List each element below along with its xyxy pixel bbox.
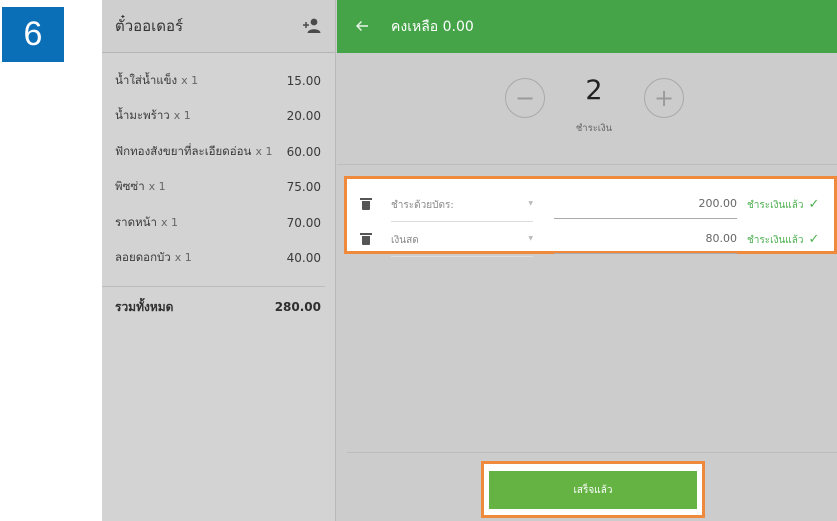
bottom-divider xyxy=(347,452,837,453)
trash-icon[interactable] xyxy=(360,233,372,245)
item-name: พิซซ่า xyxy=(115,179,145,194)
plus-icon: + xyxy=(653,84,675,112)
order-ticket-title: ตั๋วออเดอร์ xyxy=(115,17,184,35)
item-quantity: x 1 xyxy=(161,215,179,229)
dropdown-caret-icon: ▼ xyxy=(528,235,533,242)
item-price: 75.00 xyxy=(286,180,321,195)
paid-status-label: ชำระเงินแล้ว xyxy=(747,200,804,211)
total-value: 280.00 xyxy=(274,300,321,314)
item-name: ราดหน้า xyxy=(115,214,158,229)
order-total-row: รวมทั้งหมด 280.00 xyxy=(102,287,335,327)
total-label: รวมทั้งหมด xyxy=(115,299,174,314)
item-name: ลอยดอกบัว xyxy=(115,250,171,265)
item-name: น้ำมะพร้าว xyxy=(115,108,170,123)
item-quantity: x 1 xyxy=(181,73,199,87)
payment-row: ชำระด้วยบัตร: ▼ 200.00 ชำระเงินแล้ว ✓ xyxy=(347,186,834,222)
order-ticket-header: ตั๋วออเดอร์ xyxy=(102,0,335,53)
order-item-row[interactable]: ลอยดอกบัว x 1 40.00 xyxy=(102,241,335,277)
item-price: 15.00 xyxy=(286,73,321,88)
paid-status-label: ชำระเงินแล้ว xyxy=(747,235,804,246)
step-number-badge: 6 xyxy=(2,7,64,62)
item-quantity: x 1 xyxy=(255,144,273,158)
paid-status: ชำระเงินแล้ว ✓ xyxy=(747,197,819,213)
check-icon: ✓ xyxy=(808,232,820,247)
payment-panel: คงเหลือ 0.00 − 2 ชำระเงิน + ชำระด้วยบัตร… xyxy=(337,0,837,521)
item-quantity: x 1 xyxy=(148,180,166,194)
payment-row: เงินสด ▼ 80.00 ชำระเงินแล้ว ✓ xyxy=(347,221,834,257)
screenshot-root: 6 ตั๋วออเดอร์ น้ำใส่น้ำแข็ง x 1 15.00 น้… xyxy=(0,0,837,521)
item-name: ฟักทองสังขยาที่ละเอียดอ่อน xyxy=(115,143,252,158)
item-price: 70.00 xyxy=(286,215,321,230)
item-name: น้ำใส่น้ำแข็ง xyxy=(115,72,178,87)
split-count: 2 xyxy=(585,75,603,106)
order-items-list: น้ำใส่น้ำแข็ง x 1 15.00 น้ำมะพร้าว x 1 20.… xyxy=(102,53,335,327)
split-payment-stepper: − 2 ชำระเงิน + xyxy=(337,53,837,165)
pos-app: ตั๋วออเดอร์ น้ำใส่น้ำแข็ง x 1 15.00 น้ำม… xyxy=(102,0,837,521)
item-price: 60.00 xyxy=(286,144,321,159)
done-button-highlight: เสร็จแล้ว xyxy=(481,461,705,518)
trash-icon[interactable] xyxy=(360,198,372,210)
item-price: 20.00 xyxy=(286,109,321,124)
paid-status: ชำระเงินแล้ว ✓ xyxy=(747,232,819,248)
order-item-row[interactable]: น้ำมะพร้าว x 1 20.00 xyxy=(102,99,335,135)
order-item-row[interactable]: พิซซ่า x 1 75.00 xyxy=(102,170,335,206)
item-price: 40.00 xyxy=(286,251,321,266)
order-item-row[interactable]: น้ำใส่น้ำแข็ง x 1 15.00 xyxy=(102,63,335,99)
item-quantity: x 1 xyxy=(174,251,192,265)
item-quantity: x 1 xyxy=(173,109,191,123)
done-button[interactable]: เสร็จแล้ว xyxy=(489,471,697,509)
order-ticket-panel: ตั๋วออเดอร์ น้ำใส่น้ำแข็ง x 1 15.00 น้ำม… xyxy=(102,0,336,521)
dropdown-caret-icon: ▼ xyxy=(528,200,533,207)
payment-rows-highlight: ชำระด้วยบัตร: ▼ 200.00 ชำระเงินแล้ว ✓ เงิ… xyxy=(344,176,837,257)
split-label: ชำระเงิน xyxy=(575,123,613,134)
order-item-row[interactable]: ราดหน้า x 1 70.00 xyxy=(102,205,335,241)
remaining-balance: คงเหลือ 0.00 xyxy=(391,18,474,35)
decrease-split-button[interactable]: − xyxy=(505,78,545,118)
order-item-row[interactable]: ฟักทองสังขยาที่ละเอียดอ่อน x 1 60.00 xyxy=(102,134,335,170)
minus-icon: − xyxy=(514,84,536,112)
payment-method-select[interactable]: เงินสด ▼ xyxy=(391,233,533,257)
arrow-left-icon[interactable] xyxy=(355,17,381,37)
payment-method-label: ชำระด้วยบัตร: xyxy=(391,200,454,211)
payment-method-label: เงินสด xyxy=(391,235,419,246)
increase-split-button[interactable]: + xyxy=(644,78,684,118)
payment-header: คงเหลือ 0.00 xyxy=(337,0,837,53)
check-icon: ✓ xyxy=(808,197,820,212)
payment-amount-field[interactable]: 200.00 xyxy=(554,197,737,219)
payment-amount-field[interactable]: 80.00 xyxy=(554,232,737,254)
payment-method-select[interactable]: ชำระด้วยบัตร: ▼ xyxy=(391,198,533,222)
add-person-icon[interactable] xyxy=(301,17,323,35)
